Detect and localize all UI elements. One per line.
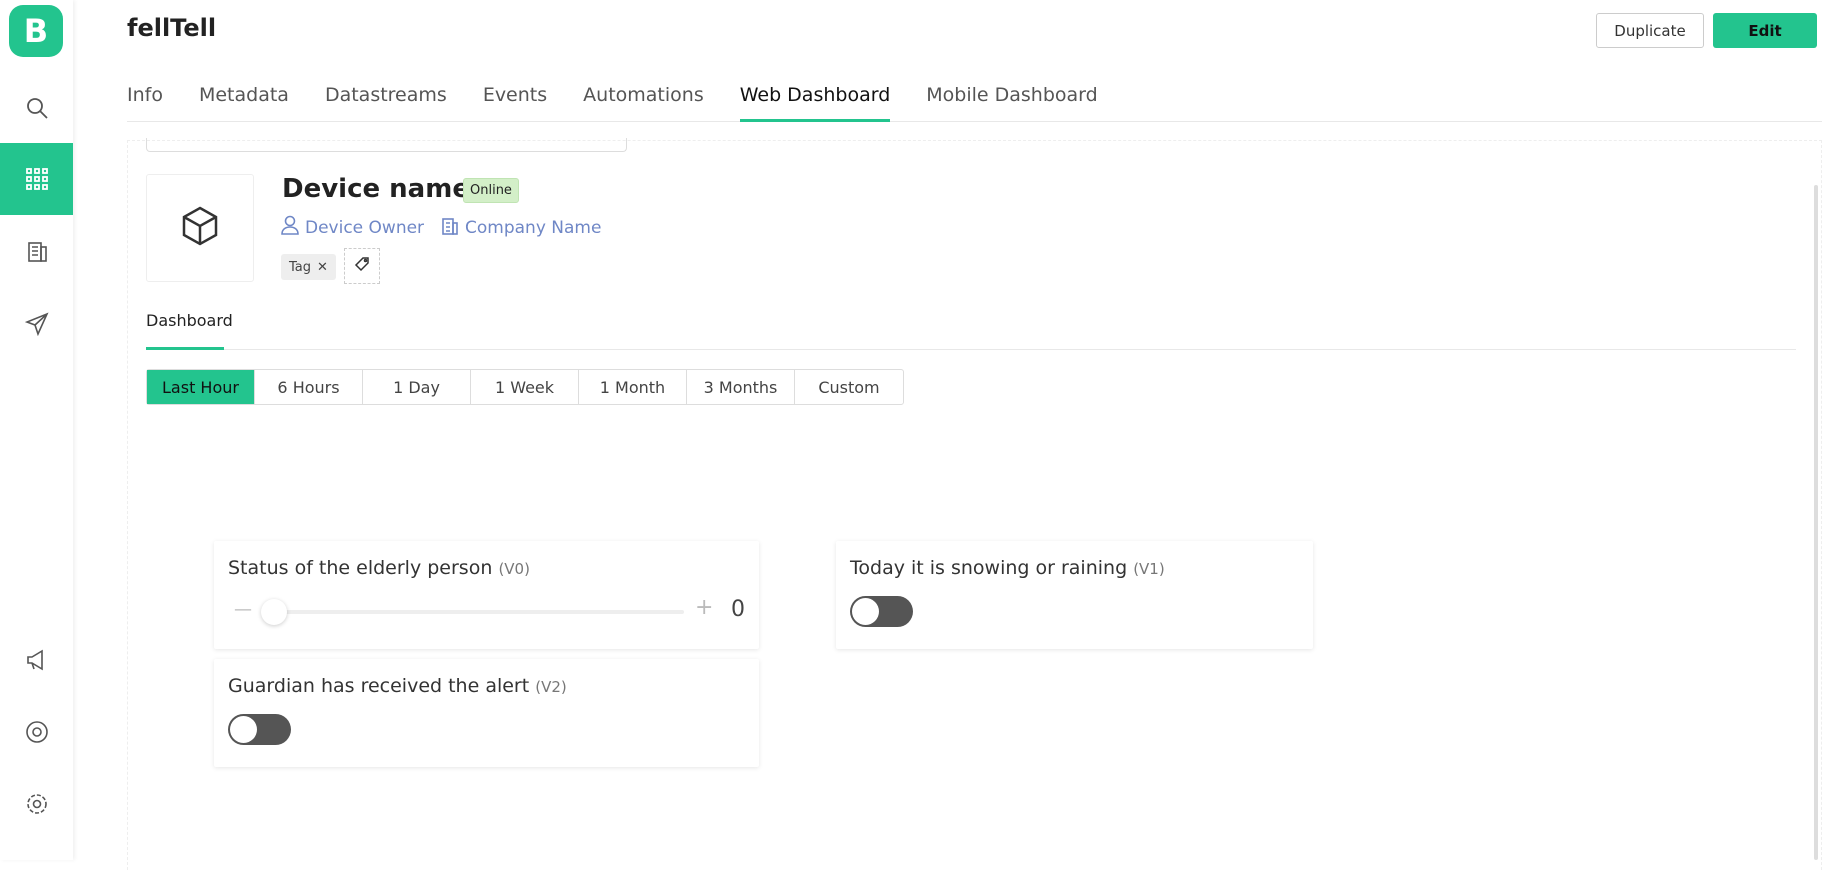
device-name: Device name	[282, 174, 470, 204]
widget-switch-v1: Today it is snowing or raining (V1)	[836, 541, 1313, 649]
add-tag-button[interactable]	[344, 248, 380, 284]
slider-handle[interactable]	[261, 599, 287, 625]
user-icon	[281, 215, 299, 240]
tab-metadata[interactable]: Metadata	[199, 80, 289, 121]
slider-value: 0	[731, 597, 745, 622]
company-link[interactable]: Company Name	[441, 215, 601, 240]
switch-toggle[interactable]	[228, 714, 291, 745]
building-icon	[441, 215, 459, 240]
tab-events[interactable]: Events	[483, 80, 547, 121]
tab-mobile-dashboard[interactable]: Mobile Dashboard	[926, 80, 1097, 121]
settings-gear-icon[interactable]	[0, 768, 73, 840]
range-6-hours[interactable]: 6 Hours	[255, 370, 363, 404]
tab-datastreams[interactable]: Datastreams	[325, 80, 447, 121]
owner-label: Device Owner	[305, 217, 425, 238]
device-image	[146, 174, 254, 282]
tag-chip[interactable]: Tag ✕	[281, 254, 336, 280]
search-icon[interactable]	[0, 72, 73, 144]
edit-button[interactable]: Edit	[1713, 13, 1817, 48]
minus-icon[interactable]: —	[234, 599, 252, 620]
widget-switch-v2: Guardian has received the alert (V2)	[214, 659, 759, 767]
tag-label: Tag	[289, 259, 312, 275]
widget-title: Status of the elderly person (V0)	[228, 557, 530, 579]
building-icon[interactable]	[0, 215, 73, 287]
tab-bar: Info Metadata Datastreams Events Automat…	[127, 80, 1822, 122]
time-range-selector: Last Hour 6 Hours 1 Day 1 Week 1 Month 3…	[146, 369, 904, 405]
range-1-week[interactable]: 1 Week	[471, 370, 579, 404]
status-badge: Online	[463, 178, 519, 203]
device-owner-link[interactable]: Device Owner	[281, 215, 424, 240]
company-label: Company Name	[465, 217, 602, 238]
page-title: fellTell	[127, 14, 217, 42]
sidebar: B	[0, 0, 73, 860]
tag-icon	[354, 256, 370, 276]
widget-title: Guardian has received the alert (V2)	[228, 675, 567, 697]
send-icon[interactable]	[0, 288, 73, 360]
slider-track[interactable]	[264, 610, 684, 614]
range-last-hour[interactable]: Last Hour	[147, 370, 255, 404]
range-1-month[interactable]: 1 Month	[579, 370, 687, 404]
subtab-underline	[146, 347, 224, 350]
widget-title: Today it is snowing or raining (V1)	[850, 557, 1165, 579]
tab-automations[interactable]: Automations	[583, 80, 704, 121]
cube-icon	[179, 205, 221, 251]
duplicate-button[interactable]: Duplicate	[1596, 13, 1704, 48]
plus-icon[interactable]: +	[695, 595, 713, 620]
top-box	[146, 138, 627, 152]
subtab-dashboard[interactable]: Dashboard	[146, 311, 233, 330]
range-1-day[interactable]: 1 Day	[363, 370, 471, 404]
range-custom[interactable]: Custom	[795, 370, 903, 404]
divider	[146, 349, 1796, 350]
devices-grid-icon[interactable]	[0, 143, 73, 215]
help-lifebuoy-icon[interactable]	[0, 696, 73, 768]
logo[interactable]: B	[9, 5, 63, 57]
scrollbar[interactable]	[1814, 185, 1818, 860]
tab-info[interactable]: Info	[127, 80, 163, 121]
range-3-months[interactable]: 3 Months	[687, 370, 795, 404]
close-icon[interactable]: ✕	[317, 260, 328, 275]
megaphone-icon[interactable]	[0, 624, 73, 696]
widget-slider-v0: Status of the elderly person (V0) — + 0	[214, 541, 759, 649]
switch-toggle[interactable]	[850, 596, 913, 627]
tab-web-dashboard[interactable]: Web Dashboard	[739, 80, 890, 122]
